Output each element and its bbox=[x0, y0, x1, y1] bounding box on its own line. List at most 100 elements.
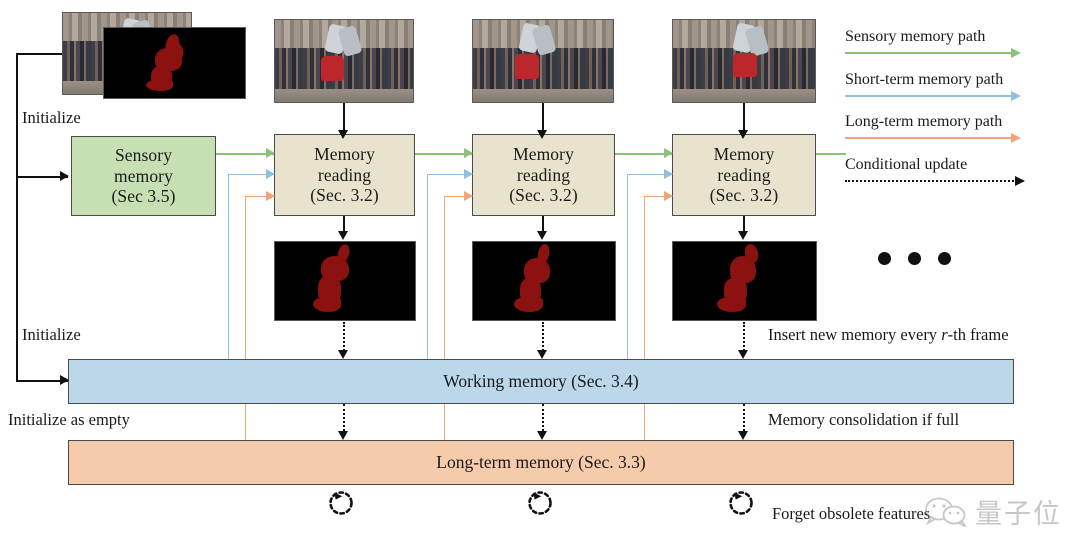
legend-line-shortterm bbox=[845, 90, 1075, 101]
reading1-line-3: (Sec. 3.2) bbox=[310, 185, 379, 206]
arrowhead-sensory-path-1 bbox=[266, 148, 275, 158]
legend-item-shortterm: Short-term memory path bbox=[845, 71, 1075, 101]
insert-memory-post: -th frame bbox=[947, 325, 1009, 344]
reading2-line-3: (Sec. 3.2) bbox=[509, 185, 578, 206]
wire-frame3-to-reading3 bbox=[743, 103, 745, 133]
frame-photo-3 bbox=[672, 19, 816, 103]
arrowhead-consolidation-2 bbox=[537, 431, 547, 440]
output-mask-2 bbox=[472, 241, 616, 321]
insert-memory-pre: Insert new memory every bbox=[768, 325, 942, 344]
label-initialize-working: Initialize bbox=[22, 325, 81, 344]
arrowhead-conditional-2 bbox=[537, 350, 547, 359]
initial-frame-mask bbox=[103, 27, 246, 99]
node-memory-reading-3[interactable]: Memory reading (Sec. 3.2) bbox=[672, 134, 816, 216]
mask-content bbox=[275, 242, 415, 320]
arrowhead-consolidation-3 bbox=[738, 431, 748, 440]
label-insert-new-memory: Insert new memory every r-th frame bbox=[768, 325, 1009, 345]
label-forget-obsolete-features: Forget obsolete features bbox=[772, 504, 931, 523]
arrowhead-shortterm-0 bbox=[266, 169, 275, 179]
diagram-canvas: Sensory memory (Sec 3.5) Memory reading … bbox=[0, 0, 1080, 543]
reading3-line-3: (Sec. 3.2) bbox=[709, 185, 779, 206]
arrowhead-consolidation-1 bbox=[338, 431, 348, 440]
longterm-memory-label: Long-term memory (Sec. 3.3) bbox=[436, 452, 646, 472]
arrowhead-longterm-2 bbox=[664, 191, 673, 201]
arrowhead-reading2-mask2 bbox=[537, 231, 547, 240]
wire-frame1-to-reading1 bbox=[343, 103, 345, 133]
node-longterm-memory[interactable]: Long-term memory (Sec. 3.3) bbox=[68, 440, 1014, 485]
node-sensory-memory[interactable]: Sensory memory (Sec 3.5) bbox=[71, 136, 216, 216]
sensory-line-2: memory bbox=[114, 165, 173, 186]
reading1-line-1: Memory bbox=[314, 144, 375, 165]
photo-content bbox=[275, 20, 413, 102]
reading3-line-1: Memory bbox=[713, 144, 775, 165]
output-mask-1 bbox=[274, 241, 416, 321]
legend: Sensory memory path Short-term memory pa… bbox=[845, 28, 1075, 198]
shortterm-riser-1 bbox=[427, 174, 428, 360]
output-mask-3 bbox=[672, 241, 817, 321]
label-initialize-sensory: Initialize bbox=[22, 108, 81, 127]
label-initialize-longterm: Initialize as empty bbox=[8, 410, 130, 429]
watermark-text: 量子位 bbox=[975, 499, 1062, 530]
mask-content bbox=[473, 242, 615, 320]
frame-photo-2 bbox=[472, 19, 614, 103]
working-memory-label: Working memory (Sec. 3.4) bbox=[443, 371, 639, 391]
node-memory-reading-1[interactable]: Memory reading (Sec. 3.2) bbox=[274, 134, 415, 216]
ellipsis-dot bbox=[878, 252, 891, 265]
legend-item-conditional: Conditional update bbox=[845, 156, 1075, 186]
legend-label-sensory: Sensory memory path bbox=[845, 28, 986, 45]
reading2-line-2: reading bbox=[516, 164, 571, 185]
sensory-path-4 bbox=[816, 153, 846, 155]
sensory-line-1: Sensory bbox=[114, 145, 173, 166]
arrowhead-shortterm-1 bbox=[464, 169, 473, 179]
reading2-line-1: Memory bbox=[513, 144, 574, 165]
label-memory-consolidation: Memory consolidation if full bbox=[768, 410, 960, 429]
wechat-logo-icon bbox=[925, 497, 967, 527]
legend-line-sensory bbox=[845, 48, 1075, 58]
forget-cycle-icon-2 bbox=[528, 491, 552, 515]
ellipsis-dot bbox=[908, 252, 921, 265]
node-working-memory[interactable]: Working memory (Sec. 3.4) bbox=[68, 359, 1014, 404]
arrowhead-frame1-reading1 bbox=[338, 130, 348, 139]
arrowhead-conditional-1 bbox=[338, 350, 348, 359]
arrowhead-to-sensory bbox=[60, 171, 69, 181]
forget-cycle-icon-1 bbox=[329, 491, 353, 515]
reading1-line-2: reading bbox=[317, 164, 372, 185]
wire-frame2-to-reading2 bbox=[542, 103, 544, 133]
node-memory-reading-2[interactable]: Memory reading (Sec. 3.2) bbox=[472, 134, 615, 216]
longterm-riser-0 bbox=[245, 196, 246, 442]
photo-content bbox=[473, 20, 613, 102]
legend-line-longterm bbox=[845, 133, 1075, 143]
legend-item-longterm: Long-term memory path bbox=[845, 113, 1075, 143]
arrowhead-longterm-1 bbox=[464, 191, 473, 201]
wire-initial-frame-stub bbox=[17, 53, 63, 55]
longterm-riser-1 bbox=[444, 196, 445, 442]
shortterm-riser-0 bbox=[228, 174, 229, 360]
arrowhead-shortterm-2 bbox=[664, 169, 673, 179]
arrowhead-sensory-path-3 bbox=[664, 148, 673, 158]
ellipsis-dot bbox=[938, 252, 951, 265]
forget-cycle-icon-3 bbox=[729, 491, 753, 515]
wire-left-trunk bbox=[16, 53, 18, 380]
legend-line-conditional bbox=[845, 175, 1075, 186]
watermark: 量子位 bbox=[923, 492, 1062, 531]
legend-label-longterm: Long-term memory path bbox=[845, 113, 1003, 130]
mask-content bbox=[673, 242, 816, 320]
continuation-ellipsis bbox=[878, 252, 951, 265]
frame-photo-1 bbox=[274, 19, 414, 103]
legend-item-sensory: Sensory memory path bbox=[845, 28, 1075, 58]
longterm-riser-2 bbox=[644, 196, 645, 442]
photo-content bbox=[673, 20, 815, 102]
reading3-line-2: reading bbox=[717, 164, 771, 185]
arrowhead-frame2-reading2 bbox=[537, 130, 547, 139]
arrowhead-reading1-mask1 bbox=[338, 231, 348, 240]
arrowhead-reading3-mask3 bbox=[738, 231, 748, 240]
arrowhead-sensory-path-2 bbox=[464, 148, 473, 158]
legend-label-conditional: Conditional update bbox=[845, 155, 968, 173]
legend-label-shortterm: Short-term memory path bbox=[845, 70, 1004, 88]
arrowhead-conditional-3 bbox=[738, 350, 748, 359]
arrowhead-longterm-0 bbox=[266, 191, 275, 201]
mask-content bbox=[104, 28, 245, 98]
sensory-line-3: (Sec 3.5) bbox=[111, 186, 176, 207]
shortterm-riser-2 bbox=[627, 174, 628, 360]
arrowhead-frame3-reading3 bbox=[738, 130, 748, 139]
